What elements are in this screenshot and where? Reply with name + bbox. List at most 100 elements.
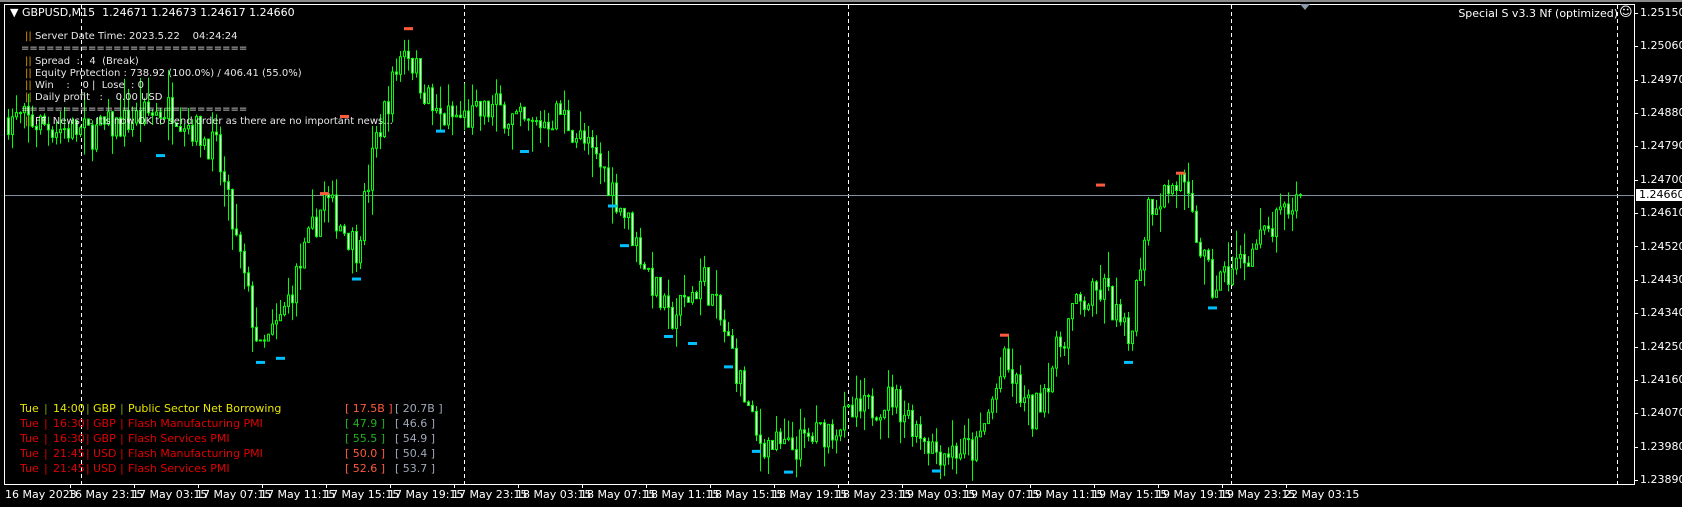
news-actual: [ 52.6 ] <box>345 462 386 475</box>
news-event: Flash Manufacturing PMI <box>128 447 263 460</box>
candle-body <box>419 58 422 94</box>
candle-body <box>771 439 774 450</box>
news-separator: | <box>86 402 90 415</box>
low-arrow-marker <box>256 360 265 364</box>
collapse-triangle-icon[interactable]: ▼ <box>10 6 22 19</box>
candle-body <box>859 398 862 412</box>
candle-body <box>471 105 474 128</box>
ea-smiley-icon: ☺ <box>1619 5 1633 20</box>
news-separator: | <box>120 462 124 475</box>
candle-body <box>379 132 382 138</box>
candle-body <box>1199 241 1202 257</box>
candle-body <box>639 237 642 265</box>
candle-body <box>707 267 710 306</box>
candle-body <box>1243 253 1246 264</box>
candle-body <box>531 119 534 122</box>
candle-body <box>1223 266 1226 273</box>
candle-body <box>619 207 622 213</box>
chart-header: ▼ GBPUSD,M15 1.24671 1.24673 1.24617 1.2… <box>10 7 295 19</box>
candle-body <box>219 134 222 173</box>
candle-body <box>1211 259 1214 298</box>
candle-body <box>295 265 298 304</box>
candle-body <box>67 128 70 139</box>
candle-body <box>1271 228 1274 237</box>
chart-shift-marker-icon[interactable] <box>1300 4 1310 10</box>
news-event: Flash Services PMI <box>128 462 230 475</box>
news-event: Flash Manufacturing PMI <box>128 417 263 430</box>
price-label: 1.23890 <box>1640 473 1682 486</box>
candle-body <box>51 129 54 138</box>
candle-body <box>1031 394 1034 430</box>
candle-body <box>283 305 286 316</box>
candle-body <box>371 147 374 191</box>
price-label: 1.24610 <box>1640 206 1682 220</box>
candle-body <box>307 227 310 243</box>
low-arrow-marker <box>784 470 793 474</box>
info-equity: || Equity Protection : 738.92 (100.0%) /… <box>25 68 302 80</box>
candle-body <box>851 404 854 418</box>
candle-body <box>507 123 510 129</box>
candle-body <box>939 451 942 466</box>
candle-body <box>1219 271 1222 291</box>
candle-body <box>1203 249 1206 257</box>
low-arrow-marker <box>620 244 629 248</box>
candle-body <box>819 422 822 425</box>
candle-body <box>1127 317 1130 345</box>
candle-body <box>1291 210 1294 215</box>
candle-body <box>1043 387 1046 413</box>
candle-body <box>1151 198 1154 215</box>
candle-body <box>335 194 338 232</box>
candle-body <box>239 234 242 252</box>
candle-body <box>855 398 858 418</box>
candle-body <box>1275 209 1278 237</box>
candle-body <box>423 92 426 104</box>
candle-body <box>375 132 378 149</box>
high-arrow-marker <box>1000 333 1009 337</box>
time-label: 22 May 03:15 <box>1284 488 1360 501</box>
candle-body <box>527 118 530 121</box>
price-label: 1.25060 <box>1640 39 1682 53</box>
candle-body <box>1195 210 1198 243</box>
current-price-label: 1.24660 <box>1636 189 1682 201</box>
server-time-text: Server Date Time: 2023.5.22 04:24:24 <box>34 31 238 42</box>
candle-body <box>1019 374 1022 403</box>
candle-body <box>611 182 614 197</box>
candle-body <box>1143 239 1146 271</box>
candle-body <box>795 449 798 460</box>
candle-body <box>1035 392 1038 430</box>
candle-body <box>439 107 442 115</box>
candle-body <box>539 120 542 129</box>
candle-body <box>303 241 306 269</box>
candle-body <box>871 395 874 419</box>
candle-body <box>863 395 866 412</box>
candle-body <box>451 105 454 118</box>
candle-body <box>1175 185 1178 191</box>
candle-body <box>679 294 682 316</box>
candle-body <box>211 131 214 160</box>
time-label: 16 May 2023 <box>5 488 77 501</box>
ohlc-values: 1.24671 1.24673 1.24617 1.24660 <box>102 6 295 19</box>
news-separator: | <box>44 462 48 475</box>
candle-body <box>467 110 470 128</box>
candle-body <box>955 445 958 459</box>
news-separator: | <box>44 402 48 415</box>
news-previous: [ 54.9 ] <box>395 432 436 445</box>
news-separator: | <box>44 417 48 430</box>
price-label: 1.24160 <box>1640 372 1682 386</box>
candle-body <box>399 56 402 75</box>
candle-body <box>1215 289 1218 298</box>
price-label: 1.24700 <box>1640 172 1682 186</box>
candle-body <box>351 231 354 250</box>
candle-body <box>1015 374 1018 384</box>
candle-body <box>511 113 514 125</box>
price-label: 1.24340 <box>1640 306 1682 320</box>
candle-body <box>687 296 690 303</box>
candle-body <box>703 267 706 282</box>
candle-body <box>55 132 58 138</box>
news-day: Tue <box>20 462 39 475</box>
candle-body <box>555 103 558 130</box>
candle-body <box>647 267 650 270</box>
price-label: 1.24520 <box>1640 239 1682 253</box>
candle-body <box>203 138 206 146</box>
candle-body <box>387 101 390 115</box>
